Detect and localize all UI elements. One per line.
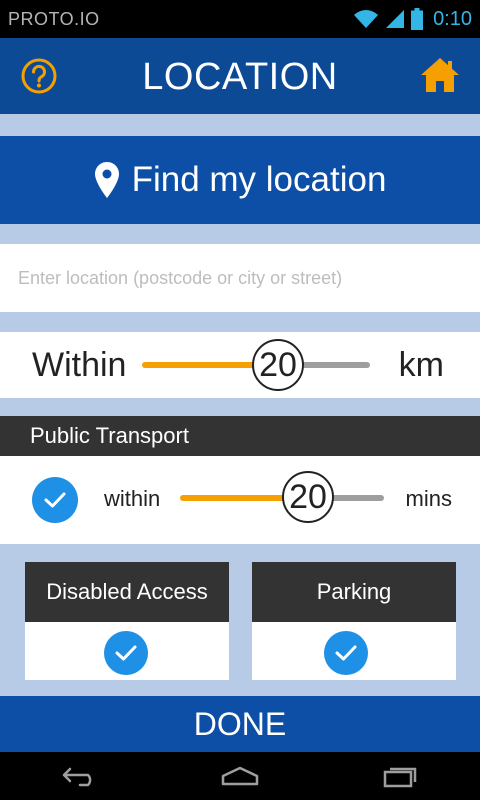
distance-value: 20 — [259, 345, 297, 384]
home-nav-icon — [221, 766, 259, 786]
app-header: LOCATION — [0, 38, 480, 114]
find-my-location-button[interactable]: Find my location — [0, 136, 480, 224]
location-pin-icon — [94, 162, 119, 198]
signal-icon — [386, 10, 405, 28]
distance-row: Within 20 km — [0, 332, 480, 398]
system-nav-bar — [0, 752, 480, 800]
public-transport-heading: Public Transport — [0, 416, 480, 456]
find-my-location-label: Find my location — [131, 160, 387, 199]
disabled-access-checkbox[interactable] — [104, 631, 148, 675]
battery-icon — [411, 8, 424, 30]
recent-apps-icon — [383, 767, 417, 788]
location-input[interactable] — [0, 244, 480, 312]
transport-prefix-label: within — [104, 486, 161, 511]
disabled-access-option[interactable]: Disabled Access — [25, 562, 229, 680]
distance-track-filled — [142, 362, 266, 368]
transport-value: 20 — [289, 477, 327, 516]
transport-unit-label: mins — [405, 486, 452, 511]
checkmark-icon — [335, 645, 357, 661]
parking-label: Parking — [252, 562, 456, 622]
done-button[interactable]: DONE — [0, 696, 480, 752]
status-bar: PROTO.IO 0:10 — [0, 0, 480, 38]
disabled-access-label: Disabled Access — [25, 562, 229, 622]
checkmark-icon — [44, 492, 66, 508]
carrier-label: PROTO.IO — [8, 9, 100, 29]
home-icon[interactable] — [420, 56, 460, 94]
distance-slider-knob[interactable]: 20 — [252, 339, 304, 391]
location-input-container — [0, 244, 480, 312]
public-transport-row: within 20 mins — [0, 456, 480, 544]
parking-option[interactable]: Parking — [252, 562, 456, 680]
done-label: DONE — [193, 705, 287, 742]
nav-recent-apps-button[interactable] — [370, 756, 430, 796]
public-transport-checkbox[interactable] — [32, 477, 78, 523]
nav-back-button[interactable] — [50, 756, 110, 796]
checkmark-icon — [115, 645, 137, 661]
parking-checkbox[interactable] — [324, 631, 368, 675]
nav-home-button[interactable] — [210, 756, 270, 796]
back-icon — [62, 767, 92, 787]
page-title: LOCATION — [142, 56, 338, 98]
distance-prefix-label: Within — [32, 346, 127, 384]
distance-unit-label: km — [398, 346, 444, 384]
wifi-icon — [354, 10, 379, 28]
status-icons: 0:10 — [353, 6, 472, 32]
clock: 0:10 — [433, 7, 472, 30]
transport-slider-knob[interactable]: 20 — [282, 471, 334, 523]
